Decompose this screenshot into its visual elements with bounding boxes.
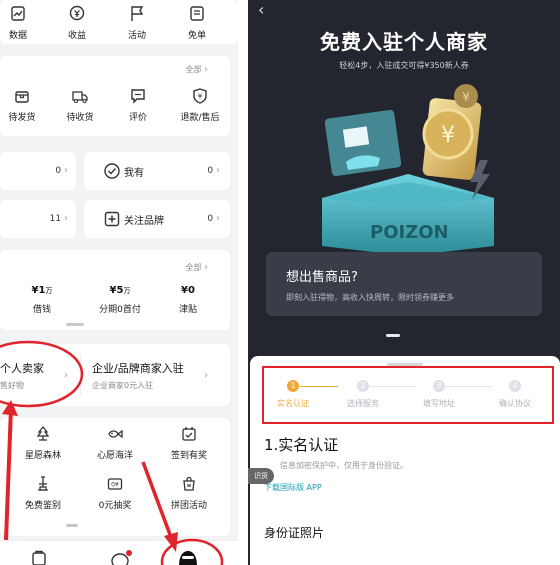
hero-subtitle: 轻松4步，入驻成交可得¥350新人券 <box>339 61 469 70</box>
steps-progress: 1 实名认证 2 选择服务 3 填写地址 4 确认协议 <box>262 366 554 424</box>
step-3: 3 填写地址 <box>423 380 455 408</box>
svg-text:¥: ¥ <box>441 123 455 148</box>
fish-icon <box>105 424 125 444</box>
grid-free-appraisal[interactable]: 免费鉴别 <box>12 474 74 511</box>
mini-left-1[interactable]: 0 › <box>0 152 76 190</box>
tab-message-icon[interactable] <box>110 549 132 565</box>
chevron-right-icon: › <box>64 370 68 381</box>
finance-card: 全部 › ¥1万 借钱 ¥5万 分期0首付 ¥0 津贴 <box>0 250 230 330</box>
refund-icon: ¥ <box>190 86 210 106</box>
nav-free[interactable]: 免单 <box>172 4 222 41</box>
orders-all-link[interactable]: 全部 › <box>185 64 208 75</box>
order-review[interactable]: 评价 <box>108 86 168 123</box>
truck-icon <box>70 86 90 106</box>
calendar-check-icon <box>179 424 199 444</box>
tab-me-icon[interactable] <box>176 546 200 565</box>
bottom-tab-bar <box>0 540 238 565</box>
coin-icon <box>67 4 87 24</box>
grid-checkin[interactable]: 签到有奖 <box>158 424 220 461</box>
nav-activity[interactable]: 活动 <box>112 4 162 41</box>
back-arrow-icon[interactable]: ‹ <box>258 0 264 19</box>
grid-zero-lottery[interactable]: 0¥ 0元抽奖 <box>84 474 146 511</box>
mini-left-2[interactable]: 11 › <box>0 200 76 238</box>
right-phone-screen: ‹ 免费入驻个人商家 轻松4步，入驻成交可得¥350新人券 POIZON ¥ ¥ <box>248 0 560 565</box>
ticket-icon <box>187 4 207 24</box>
grid-group-buy[interactable]: 拼团活动 <box>158 474 220 511</box>
chart-icon <box>8 4 28 24</box>
grid-star-forest[interactable]: 星愿森林 <box>12 424 74 461</box>
finance-allowance[interactable]: ¥0 津贴 <box>158 285 218 315</box>
microscope-icon <box>33 474 53 494</box>
bag-icon <box>179 474 199 494</box>
svg-text:¥: ¥ <box>198 93 203 101</box>
plus-box-icon <box>102 209 122 229</box>
finance-loan[interactable]: ¥1万 借钱 <box>12 285 72 315</box>
section-title: 1.实名认证 <box>264 436 339 454</box>
divider <box>80 354 81 396</box>
hero-title: 免费入驻个人商家 <box>320 30 488 54</box>
recognize-tag[interactable]: 识货 <box>248 468 274 484</box>
left-phone-screen: 数据 收益 活动 免单 全部 › 待发货 待收货 评价 ¥ 退款/售后 0 › … <box>0 0 238 565</box>
grid-wish-ocean[interactable]: 心愿海洋 <box>84 424 146 461</box>
intl-app-link[interactable]: 下载国际版 APP <box>264 482 322 493</box>
chevron-right-icon: › <box>204 370 208 381</box>
top-nav: 数据 收益 活动 免单 <box>0 0 238 44</box>
order-to-ship[interactable]: 待发货 <box>0 86 52 123</box>
lottery-icon: 0¥ <box>105 474 125 494</box>
seller-entry-card: 个人卖家 售好物 › 企业/品牌商家入驻 企业商家0元入驻 › <box>0 344 230 406</box>
flag-icon <box>127 4 147 24</box>
step-4: 4 确认协议 <box>499 380 531 408</box>
orders-card: 全部 › 待发货 待收货 评价 ¥ 退款/售后 <box>0 56 230 136</box>
step-2: 2 选择服务 <box>347 380 379 408</box>
privacy-note: 信息加密保护中，仅用于身份验证。 <box>280 461 408 470</box>
id-photo-title: 身份证照片 <box>264 526 325 540</box>
grid-pager <box>66 524 78 527</box>
follow-brand-item[interactable]: 关注品牌 0 › <box>84 200 230 238</box>
box-icon <box>12 86 32 106</box>
banner-pager <box>386 334 400 337</box>
check-circle-icon <box>102 161 122 181</box>
activity-grid: 星愿森林 心愿海洋 签到有奖 免费鉴别 0¥ 0元抽奖 拼团活动 <box>0 418 230 536</box>
order-to-receive[interactable]: 待收货 <box>50 86 110 123</box>
box-logo-text: POIZON <box>370 222 449 243</box>
step-1: 1 实名认证 <box>277 380 309 408</box>
hero-illustration: POIZON ¥ ¥ <box>322 84 494 256</box>
finance-pager <box>66 323 84 326</box>
i-have-item[interactable]: 我有 0 › <box>84 152 230 190</box>
sell-promo-card[interactable]: 想出售商品? 即刻入驻得物，高收入快周转，限时领券赚更多 <box>266 252 542 316</box>
finance-installment[interactable]: ¥5万 分期0首付 <box>90 285 150 315</box>
nav-income[interactable]: 收益 <box>52 4 102 41</box>
tree-icon <box>33 424 53 444</box>
nav-data[interactable]: 数据 <box>0 4 43 41</box>
svg-text:¥: ¥ <box>462 90 470 104</box>
svg-text:0¥: 0¥ <box>111 482 119 489</box>
tab-lock-icon[interactable] <box>32 549 46 565</box>
finance-all-link[interactable]: 全部 › <box>185 262 208 273</box>
onboarding-sheet: 1 实名认证 2 选择服务 3 填写地址 4 确认协议 1.实名认证 信息加密保… <box>248 356 560 565</box>
comment-icon <box>128 86 148 106</box>
order-refund[interactable]: ¥ 退款/售后 <box>170 86 230 123</box>
